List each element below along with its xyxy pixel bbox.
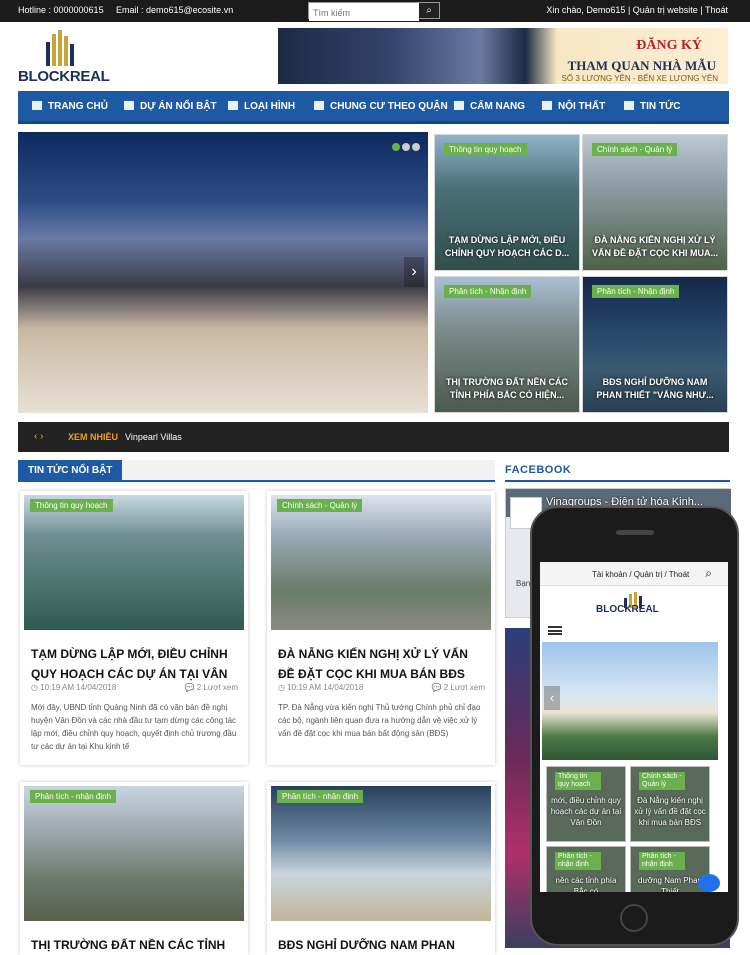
search-icon[interactable]: ⌕	[705, 566, 712, 581]
category-tag[interactable]: Phân tích - nhận định	[555, 852, 601, 870]
tile-title[interactable]: nền các tỉnh phía Bắc có	[550, 875, 622, 892]
nav-item-types[interactable]: LOẠI HÌNH	[228, 101, 295, 112]
nav-item-news[interactable]: TIN TỨC	[624, 101, 681, 112]
mobile-hero-slider[interactable]: ‹	[542, 642, 718, 760]
phone-screen: Tài khoản / Quản trị / Thoát ⌕ BLOCKREAL…	[540, 562, 728, 892]
hero-slider[interactable]: ›	[18, 132, 428, 413]
main-nav: TRANG CHỦ DỰ ÁN NỔI BẬT LOẠI HÌNH CHUNG …	[18, 91, 729, 124]
tile-title[interactable]: dưỡng Nam Phan Thiết	[634, 875, 706, 892]
send-icon	[124, 101, 134, 110]
category-tag[interactable]: Chính sách - Quản lý	[277, 499, 363, 512]
nav-item-projects[interactable]: DỰ ÁN NỔI BẬT	[124, 101, 217, 112]
category-tag[interactable]: Thông tin quy hoạch	[30, 499, 113, 512]
news-card[interactable]: Phân tích - nhận định THỊ TRƯỜNG ĐẤT NỀN…	[20, 782, 248, 955]
mobile-tile[interactable]: Thông tin quy hoạch mới, điều chỉnh quy …	[546, 766, 626, 842]
news-title[interactable]: BĐS NGHỈ DƯỠNG NAM PHAN THIẾT	[278, 935, 485, 955]
news-views: 💬 2 Lượt xem	[431, 683, 485, 692]
tile-title[interactable]: BĐS NGHỈ DƯỠNG NAM PHAN THIẾT "VẮNG NHƯ.…	[589, 376, 721, 402]
phone-speaker	[616, 530, 654, 535]
slider-dots[interactable]	[390, 138, 420, 156]
hotline-text: Hotline : 0000000615	[18, 5, 104, 15]
greeting-links[interactable]: Xin chào, Demo615 | Quản trị website | T…	[546, 5, 728, 15]
news-title[interactable]: ĐÀ NẴNG KIẾN NGHỊ XỬ LÝ VẤN ĐỀ ĐẶT CỌC K…	[278, 644, 485, 684]
banner-line-1: ĐĂNG KÝ	[636, 38, 702, 53]
banner-line-3: SỐ 3 LƯƠNG YÊN - BẾN XE LƯƠNG YÊN	[561, 74, 718, 83]
nav-item-apartments[interactable]: CHUNG CƯ THEO QUẬN	[314, 101, 448, 112]
news-title[interactable]: THỊ TRƯỜNG ĐẤT NỀN CÁC TỈNH	[31, 935, 238, 955]
hero-tile[interactable]: Chính sách - Quản lý ĐÀ NẴNG KIẾN NGHỊ X…	[582, 134, 728, 271]
news-excerpt: TP. Đà Nẵng vừa kiến nghị Thủ tướng Chín…	[278, 703, 481, 738]
news-image[interactable]	[271, 786, 491, 921]
category-tag[interactable]: Phân tích - Nhận định	[444, 285, 532, 298]
news-image[interactable]	[24, 786, 244, 921]
menu-icon[interactable]	[548, 626, 562, 635]
ticker-arrows-icon[interactable]: ‹ ›	[34, 431, 43, 442]
tile-title[interactable]: ĐÀ NẴNG KIẾN NGHỊ XỬ LÝ VẤN ĐỀ ĐẶT CỌC K…	[589, 234, 721, 260]
nav-item-interior[interactable]: NỘI THẤT	[542, 101, 605, 112]
ticker-item[interactable]: Vinpearl Villas	[125, 432, 182, 442]
briefcase-icon	[314, 101, 324, 110]
home-icon	[32, 101, 42, 110]
category-tag[interactable]: Phân tích - nhận định	[639, 852, 685, 870]
ad-banner[interactable]: ĐĂNG KÝ THAM QUAN NHÀ MẪU SỐ 3 LƯƠNG YÊN…	[278, 28, 728, 84]
banner-line-2: THAM QUAN NHÀ MẪU	[567, 58, 716, 73]
mobile-logo-text[interactable]: BLOCKREAL	[596, 604, 659, 615]
news-image[interactable]	[24, 495, 244, 630]
book-icon	[542, 101, 552, 110]
search-box: ⌕	[308, 2, 440, 21]
category-tag[interactable]: Phân tích - Nhận định	[592, 285, 680, 298]
facebook-header: FACEBOOK	[505, 460, 730, 482]
phone-home-button	[620, 904, 648, 932]
news-date: ◷ 10:19 AM 14/04/2018	[31, 683, 117, 692]
news-title[interactable]: TẠM DỪNG LẬP MỚI, ĐIỀU CHỈNH QUY HOẠCH C…	[31, 644, 238, 684]
tile-title[interactable]: THỊ TRƯỜNG ĐẤT NỀN CÁC TỈNH PHÍA BẮC CÓ …	[441, 376, 573, 402]
featured-news-header: TIN TỨC NỔI BẬT	[18, 460, 495, 482]
most-viewed-ticker: ‹ › XEM NHIỀU Vinpearl Villas	[18, 422, 729, 452]
tile-title[interactable]: TẠM DỪNG LẬP MỚI, ĐIỀU CHỈNH QUY HOẠCH C…	[441, 234, 573, 260]
news-image[interactable]	[271, 495, 491, 630]
news-card[interactable]: Thông tin quy hoạch TẠM DỪNG LẬP MỚI, ĐI…	[20, 491, 248, 765]
nav-item-home[interactable]: TRANG CHỦ	[32, 101, 108, 112]
category-tag[interactable]: Thông tin quy hoạch	[444, 143, 527, 156]
mobile-tile[interactable]: Phân tích - nhận định nền các tỉnh phía …	[546, 846, 626, 892]
messenger-icon[interactable]	[698, 874, 720, 892]
slider-next-button[interactable]: ›	[404, 257, 424, 287]
slider-prev-button[interactable]: ‹	[544, 686, 560, 710]
news-date: ◷ 10:19 AM 14/04/2018	[278, 683, 364, 692]
category-tag[interactable]: Phân tích - nhận định	[277, 790, 364, 803]
email-text: Email : demo615@ecosite.vn	[116, 5, 234, 15]
mobile-tile[interactable]: Chính sách - Quản lý Đà Nẵng kiến nghị x…	[630, 766, 710, 842]
mobile-account-links[interactable]: Tài khoản / Quản trị / Thoát	[592, 570, 689, 579]
tile-title[interactable]: Đà Nẵng kiến nghị xử lý vấn đề đặt cọc k…	[634, 795, 706, 828]
search-icon[interactable]: ⌕	[419, 3, 439, 18]
news-excerpt: Mới đây, UBND tỉnh Quảng Ninh đã có văn …	[31, 703, 237, 751]
category-tag[interactable]: Chính sách - Quản lý	[639, 772, 685, 790]
tile-title[interactable]: mới, điều chỉnh quy hoạch các dự án tại …	[550, 795, 622, 828]
category-tag[interactable]: Thông tin quy hoạch	[555, 772, 601, 790]
news-card[interactable]: Chính sách - Quản lý ĐÀ NẴNG KIẾN NGHỊ X…	[267, 491, 495, 765]
mobile-topbar: Tài khoản / Quản trị / Thoát ⌕	[540, 562, 728, 586]
news-views: 💬 2 Lượt xem	[184, 683, 238, 692]
category-tag[interactable]: Phân tích - nhận định	[30, 790, 117, 803]
category-tag[interactable]: Chính sách - Quản lý	[592, 143, 678, 156]
hero-tile[interactable]: Phân tích - Nhận định BĐS NGHỈ DƯỠNG NAM…	[582, 276, 728, 413]
hero-tile[interactable]: Phân tích - Nhận định THỊ TRƯỜNG ĐẤT NỀN…	[434, 276, 580, 413]
search-input[interactable]	[309, 5, 419, 21]
ticker-label: XEM NHIỀU	[68, 432, 119, 442]
nav-item-handbook[interactable]: CẨM NANG	[454, 101, 525, 112]
news-card[interactable]: Phân tích - nhận định BĐS NGHỈ DƯỠNG NAM…	[267, 782, 495, 955]
newspaper-icon	[624, 101, 634, 110]
site-logo[interactable]: BLOCKREAL	[18, 28, 110, 86]
hero-tile[interactable]: Thông tin quy hoạch TẠM DỪNG LẬP MỚI, ĐI…	[434, 134, 580, 271]
logo-icon	[46, 30, 74, 66]
facebook-snippet: Bạn	[516, 579, 531, 588]
building-icon	[454, 101, 464, 110]
logo-text: BLOCKREAL	[18, 68, 110, 85]
image-icon	[228, 101, 238, 110]
